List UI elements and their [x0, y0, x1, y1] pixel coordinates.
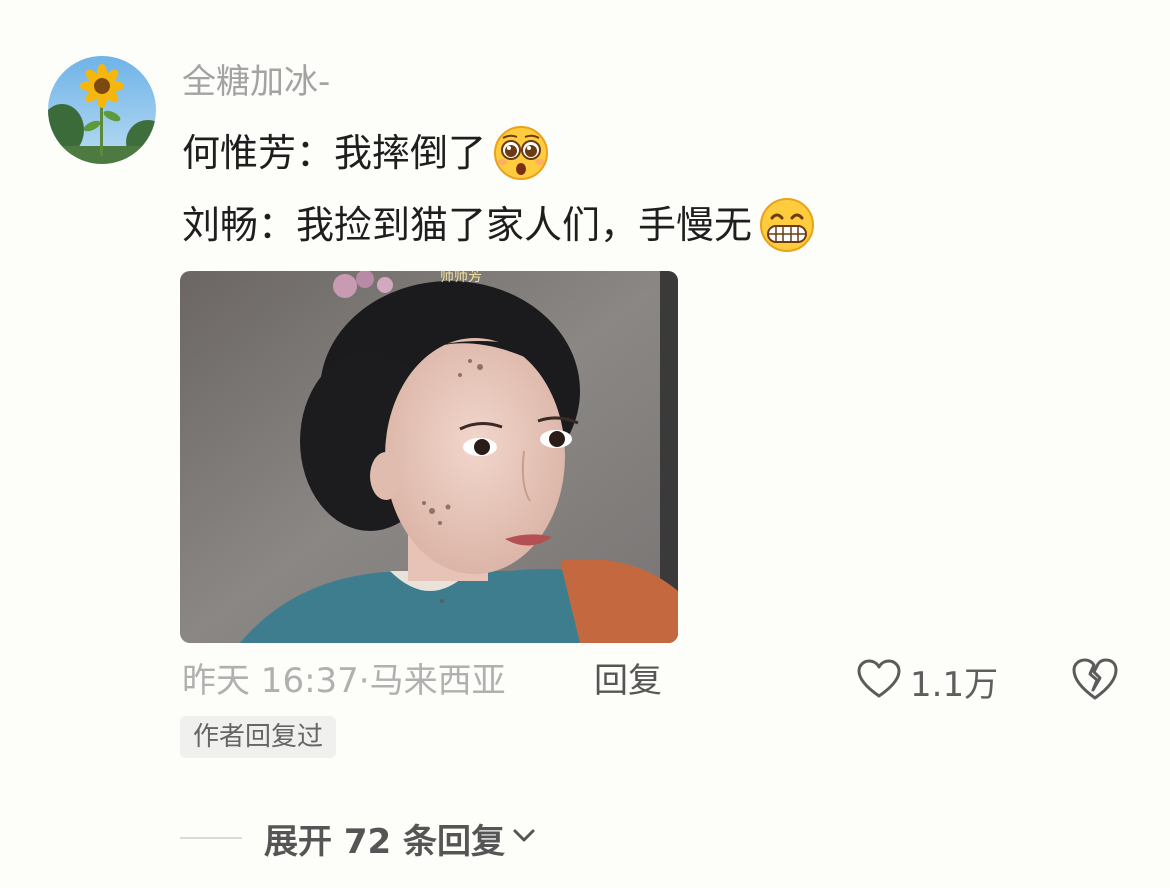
comment-text-1: 何惟芳：我摔倒了 [182, 131, 487, 175]
meta-separator: · [358, 661, 370, 701]
divider-line [180, 837, 242, 839]
like-count: 1.1万 [910, 664, 999, 705]
chevron-down-icon [511, 826, 537, 850]
expand-replies-label: 展开 72 条回复 [264, 821, 505, 862]
grinning-face-icon [758, 196, 816, 254]
heart-icon [856, 658, 902, 704]
comment-meta: 昨天 16:37·马来西亚 [182, 656, 506, 706]
comment-line-1: 何惟芳：我摔倒了 [182, 124, 550, 182]
pleading-face-icon [492, 124, 550, 182]
image-watermark: 师师芳 [440, 271, 482, 285]
comment-text-2: 刘畅：我捡到猫了家人们，手慢无 [182, 203, 753, 247]
comment-line-2: 刘畅：我捡到猫了家人们，手慢无 [182, 196, 816, 254]
expand-replies-button[interactable]: 展开 72 条回复 [180, 812, 537, 864]
avatar[interactable] [48, 56, 156, 164]
comment-image[interactable]: 师师芳 [180, 271, 678, 643]
comment-time: 昨天 16:37 [182, 661, 359, 701]
like-button[interactable]: 1.1万 [856, 654, 998, 708]
reply-button[interactable]: 回复 [594, 656, 662, 706]
dislike-button[interactable] [1070, 656, 1120, 706]
username[interactable]: 全糖加冰- [182, 58, 330, 106]
author-replied-badge: 作者回复过 [180, 716, 337, 758]
broken-heart-icon [1070, 658, 1120, 706]
comment-location: 马来西亚 [369, 661, 506, 701]
